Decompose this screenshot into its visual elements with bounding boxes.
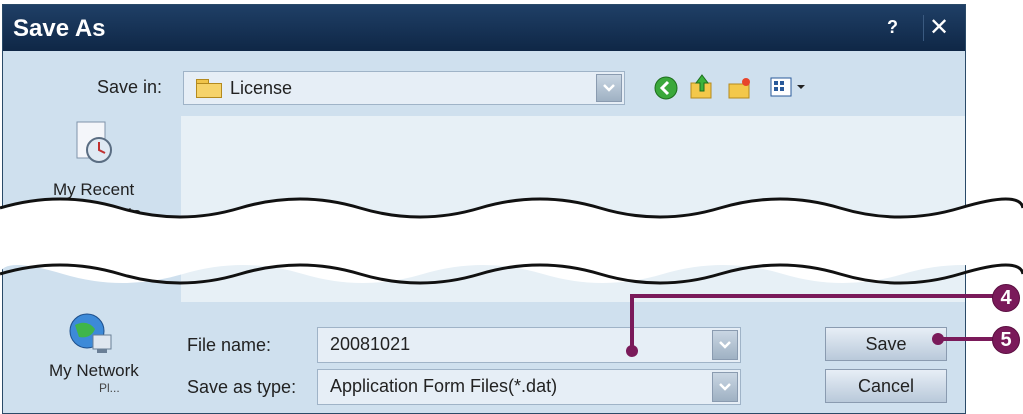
callout-badge-4: 4 <box>992 284 1020 312</box>
callout-badge-5: 5 <box>992 326 1020 354</box>
callout-lines <box>626 294 995 357</box>
